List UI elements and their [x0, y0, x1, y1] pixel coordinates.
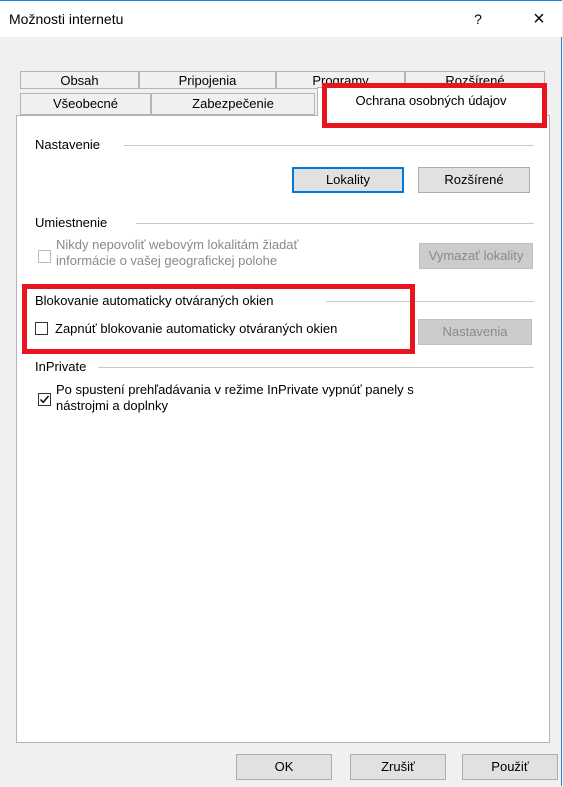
internet-options-dialog: Možnosti internetu ? × Obsah Pripojenia …: [0, 0, 562, 786]
cancel-button[interactable]: Zrušiť: [350, 754, 446, 780]
location-checkbox[interactable]: [38, 250, 51, 263]
ok-button[interactable]: OK: [236, 754, 332, 780]
tab-zabezpecenie[interactable]: Zabezpečenie: [151, 93, 315, 115]
location-group-label: Umiestnenie: [35, 215, 112, 230]
tab-obsah[interactable]: Obsah: [20, 71, 139, 89]
inprivate-checkbox-label-line1: Po spustení prehľadávania v režime InPri…: [56, 382, 414, 397]
title-bar: Možnosti internetu ? ×: [0, 1, 562, 37]
tab-vseobecne[interactable]: Všeobecné: [20, 93, 151, 115]
location-group-divider: [136, 223, 534, 224]
close-icon[interactable]: ×: [519, 4, 559, 34]
popup-blocker-checkbox-label: Zapnúť blokovanie automaticky otváraných…: [55, 321, 338, 336]
checkmark-icon: [39, 395, 50, 404]
popup-group-label: Blokovanie automaticky otváraných okien: [35, 293, 278, 308]
help-button[interactable]: ?: [463, 5, 493, 33]
settings-group-divider: [124, 145, 534, 146]
clear-sites-button[interactable]: Vymazať lokality: [419, 243, 533, 269]
apply-button[interactable]: Použiť: [462, 754, 558, 780]
popup-group-divider: [326, 301, 534, 302]
tab-pripojenia[interactable]: Pripojenia: [139, 71, 276, 89]
inprivate-checkbox-label-line2: nástrojmi a doplnky: [56, 398, 168, 413]
tab-ochrana-osobnych-udajov[interactable]: Ochrana osobných údajov: [317, 87, 545, 116]
popup-settings-button[interactable]: Nastavenia: [418, 319, 532, 345]
location-checkbox-label-line1: Nikdy nepovoliť webovým lokalitám žiadať: [56, 237, 299, 252]
sites-button[interactable]: Lokality: [292, 167, 404, 193]
inprivate-checkbox[interactable]: [38, 393, 51, 406]
privacy-tab-panel: [16, 115, 550, 743]
advanced-button[interactable]: Rozšírené: [418, 167, 530, 193]
dialog-title: Možnosti internetu: [9, 11, 124, 27]
popup-blocker-checkbox[interactable]: [35, 322, 48, 335]
inprivate-group-divider: [98, 367, 534, 368]
settings-group-label: Nastavenie: [35, 137, 105, 152]
inprivate-group-label: InPrivate: [35, 359, 91, 374]
location-checkbox-label-line2: informácie o vašej geografickej polohe: [56, 253, 278, 268]
